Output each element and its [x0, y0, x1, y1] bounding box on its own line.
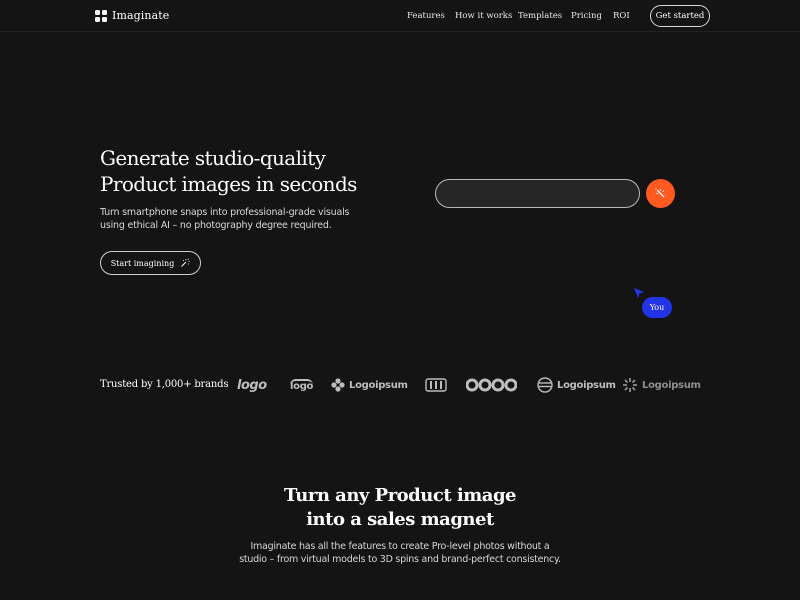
start-imagining-label: Start imagining — [110, 258, 175, 268]
striped-circle-logo-icon — [537, 377, 553, 393]
top-nav: Imaginate Features How it works Template… — [0, 0, 800, 32]
brand-logo-7: Logoipsum — [622, 376, 701, 394]
brand-logo-3: Logoipsum — [331, 376, 408, 394]
nav-link-how-it-works[interactable]: How it works — [455, 11, 512, 21]
trusted-by-label: Trusted by 1,000+ brands — [100, 379, 229, 390]
nav-link-roi[interactable]: ROI — [613, 11, 630, 21]
prompt-input[interactable] — [435, 179, 640, 208]
get-started-button[interactable]: Get started — [650, 5, 710, 27]
start-imagining-button[interactable]: Start imagining — [100, 251, 201, 275]
sunburst-logo-icon — [623, 378, 637, 392]
brand-logo[interactable]: Imaginate — [95, 9, 169, 22]
hero-subtitle-line-2: using ethical AI – no photography degree… — [100, 220, 332, 231]
prompt-submit-button[interactable] — [646, 179, 675, 208]
section-features-title: Turn any Product image into a sales magn… — [0, 484, 800, 532]
section-subtitle-line-1: Imaginate has all the features to create… — [250, 541, 550, 552]
four-squares-icon — [95, 9, 107, 22]
brand-logo-2: logo — [290, 378, 314, 392]
hero-subtitle-line-1: Turn smartphone snaps into professional-… — [100, 207, 350, 218]
hero-title: Generate studio-quality Product images i… — [100, 145, 357, 197]
brand-logo-4 — [425, 376, 447, 394]
rounded-wordmark-logo-icon — [466, 378, 517, 392]
hero-title-line-1: Generate studio-quality — [100, 146, 326, 170]
brand-logo-5 — [466, 376, 517, 394]
hero-title-line-2: Product images in seconds — [100, 172, 357, 196]
magic-wand-icon — [654, 187, 664, 197]
clover-logo-icon — [331, 378, 345, 392]
bars-logo-icon — [425, 378, 447, 392]
cursor-label-badge: You — [642, 297, 672, 318]
nav-link-features[interactable]: Features — [407, 11, 445, 21]
section-title-line-1: Turn any Product image — [284, 485, 516, 506]
nav-link-templates[interactable]: Templates — [518, 11, 562, 21]
brand-logo-6: Logoipsum — [537, 376, 616, 394]
hero-subtitle: Turn smartphone snaps into professional-… — [100, 206, 360, 232]
section-subtitle-line-2: studio – from virtual models to 3D spins… — [239, 554, 561, 565]
magic-wand-icon — [181, 258, 191, 267]
brand-logo-1: logo — [237, 377, 267, 393]
cursor-arrow-icon — [634, 288, 644, 298]
section-title-line-2: into a sales magnet — [306, 509, 494, 530]
nav-link-pricing[interactable]: Pricing — [571, 11, 602, 21]
brand-name: Imaginate — [112, 9, 170, 22]
section-features-subtitle: Imaginate has all the features to create… — [0, 540, 800, 566]
